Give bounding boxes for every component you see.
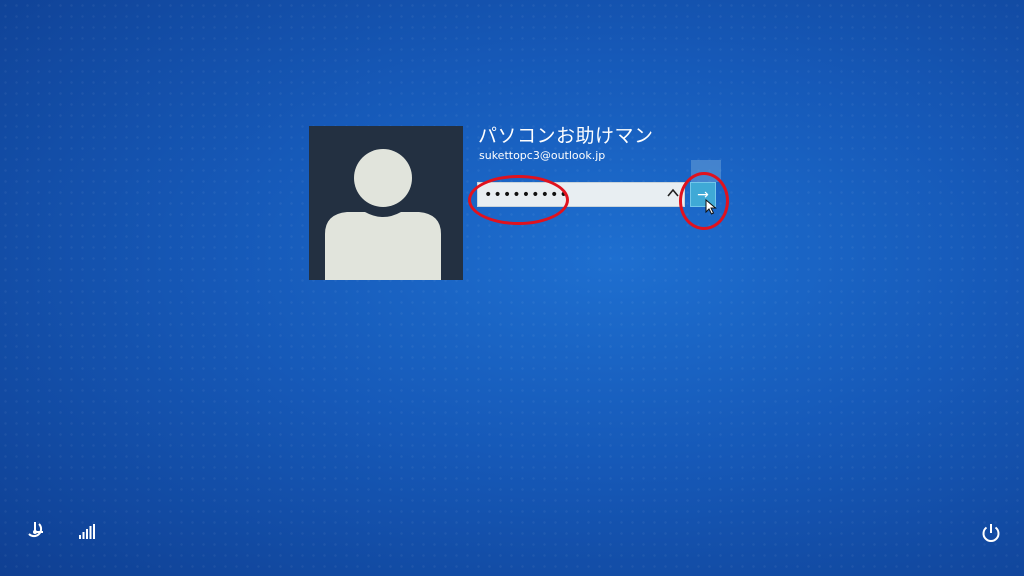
user-email: sukettopc3@outlook.jp bbox=[479, 149, 606, 162]
power-icon[interactable] bbox=[980, 522, 1002, 544]
mouse-cursor-icon bbox=[705, 199, 717, 215]
lock-screen-background: パソコンお助けマン sukettopc3@outlook.jp → bbox=[0, 0, 1024, 576]
ease-of-access-icon[interactable] bbox=[25, 520, 47, 542]
user-avatar bbox=[309, 126, 463, 280]
network-signal-icon[interactable] bbox=[79, 524, 95, 539]
user-silhouette-icon bbox=[325, 149, 441, 280]
annotation-circle-password bbox=[468, 175, 569, 225]
annotation-circle-submit bbox=[679, 172, 729, 230]
user-name: パソコンお助けマン bbox=[478, 125, 654, 147]
